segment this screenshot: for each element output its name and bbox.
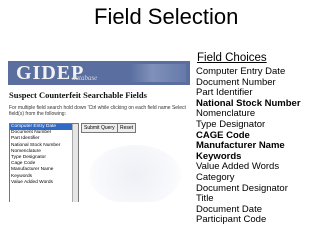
gidep-banner: GIDEP database xyxy=(8,61,190,85)
multi-select-help-text: For multiple field search hold down 'Ctr… xyxy=(9,105,186,117)
field-choice-item: Type Designator xyxy=(196,118,266,130)
field-choices-heading: Field Choices xyxy=(197,52,267,64)
slide-title: Field Selection xyxy=(94,4,239,29)
embedded-screenshot: GIDEP database Suspect Counterfeit Searc… xyxy=(4,60,192,202)
seal-watermark xyxy=(89,145,181,202)
field-choice-item: Participant Code xyxy=(196,214,267,226)
field-choices-list: Computer Entry Date Document Number Part… xyxy=(196,66,301,226)
banner-decoration xyxy=(130,64,186,82)
listbox-option[interactable]: Value Added Words xyxy=(10,180,78,186)
searchable-fields-heading: Suspect Counterfeit Searchable Fields xyxy=(9,90,147,100)
field-choice-item: Computer Entry Date xyxy=(196,66,286,77)
submit-query-button[interactable]: Submit Query xyxy=(81,123,118,133)
field-choice-item: Category xyxy=(196,171,235,183)
field-select-listbox[interactable]: Computer Entry Date Document Number Part… xyxy=(9,123,79,202)
gidep-logo-subtitle: database xyxy=(72,74,98,82)
reset-button[interactable]: Reset xyxy=(117,123,137,133)
listbox-scrollbar[interactable] xyxy=(72,124,78,202)
